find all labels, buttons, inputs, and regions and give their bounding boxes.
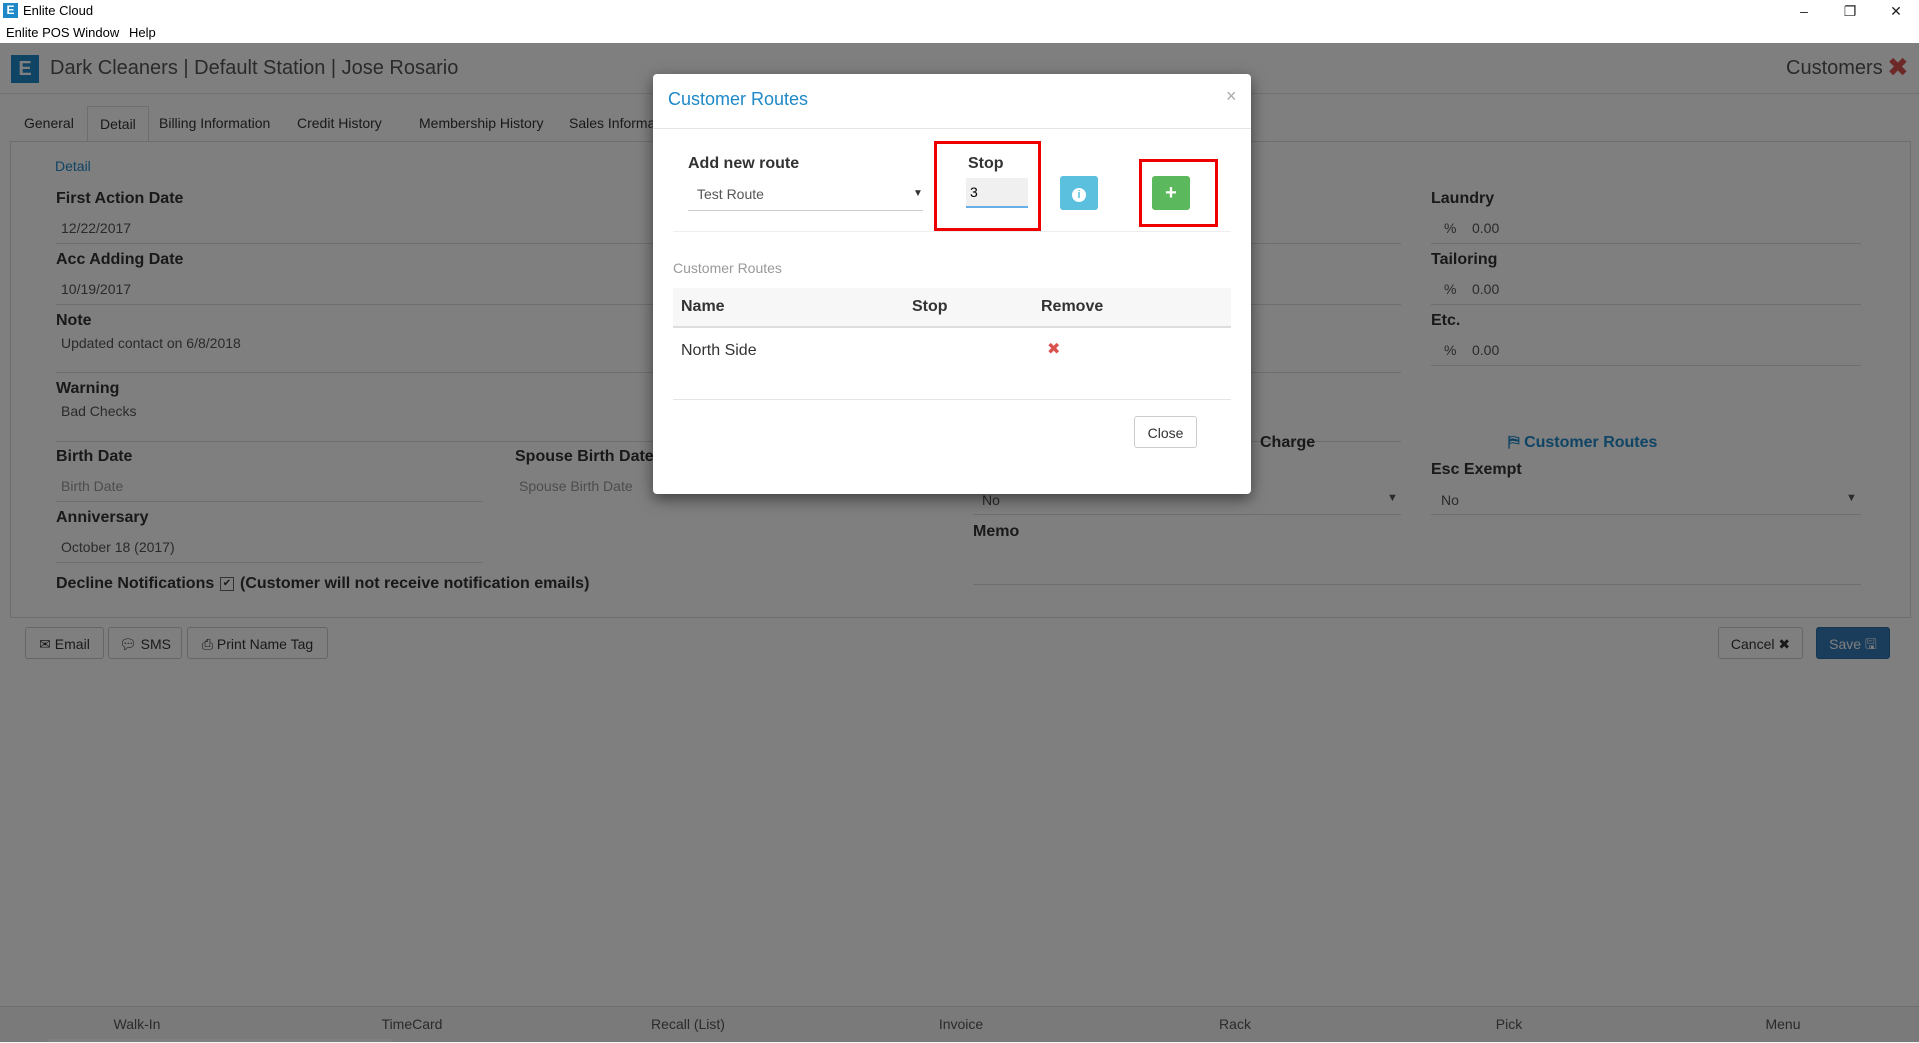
- route-select-value: Test Route: [697, 186, 764, 202]
- info-button[interactable]: i: [1060, 176, 1098, 210]
- window-title: Enlite Cloud: [23, 3, 94, 18]
- window-close-button[interactable]: ✕: [1873, 0, 1919, 22]
- table-header: Name Stop Remove: [673, 288, 1231, 328]
- modal-close-icon[interactable]: ×: [1226, 86, 1237, 107]
- add-new-route-label: Add new route: [688, 155, 800, 172]
- column-header-stop: Stop: [912, 298, 948, 315]
- routes-section-label: Customer Routes: [673, 260, 782, 276]
- route-name-cell: North Side: [681, 342, 757, 359]
- modal-close-button[interactable]: Close: [1134, 416, 1197, 448]
- modal-title: Customer Routes: [668, 89, 809, 109]
- plus-icon: +: [1165, 182, 1177, 204]
- modal-header-divider: [653, 128, 1251, 129]
- add-route-button[interactable]: +: [1152, 176, 1190, 210]
- customer-routes-modal: Customer Routes × Add new route Test Rou…: [653, 74, 1251, 494]
- form-divider: [673, 231, 1231, 232]
- minimize-button[interactable]: –: [1781, 0, 1827, 22]
- app-logo-icon: E: [3, 3, 18, 18]
- menu-bar: Enlite POS Window Help: [0, 22, 1919, 43]
- column-header-remove: Remove: [1041, 298, 1104, 315]
- info-icon: i: [1072, 188, 1086, 202]
- window-titlebar: E Enlite Cloud – ❐ ✕: [0, 0, 1919, 22]
- menu-window[interactable]: Window: [73, 25, 119, 40]
- menu-enlite-pos[interactable]: Enlite POS: [6, 25, 70, 40]
- stop-label: Stop: [968, 155, 1004, 172]
- modal-footer-divider: [673, 399, 1231, 400]
- menu-help[interactable]: Help: [129, 25, 156, 40]
- chevron-down-icon: ▼: [913, 188, 923, 199]
- column-header-name: Name: [681, 298, 725, 315]
- remove-route-icon[interactable]: ✖: [1047, 339, 1060, 359]
- stop-input[interactable]: [966, 178, 1028, 208]
- route-select[interactable]: Test Route ▼: [688, 178, 923, 211]
- restore-button[interactable]: ❐: [1827, 0, 1873, 22]
